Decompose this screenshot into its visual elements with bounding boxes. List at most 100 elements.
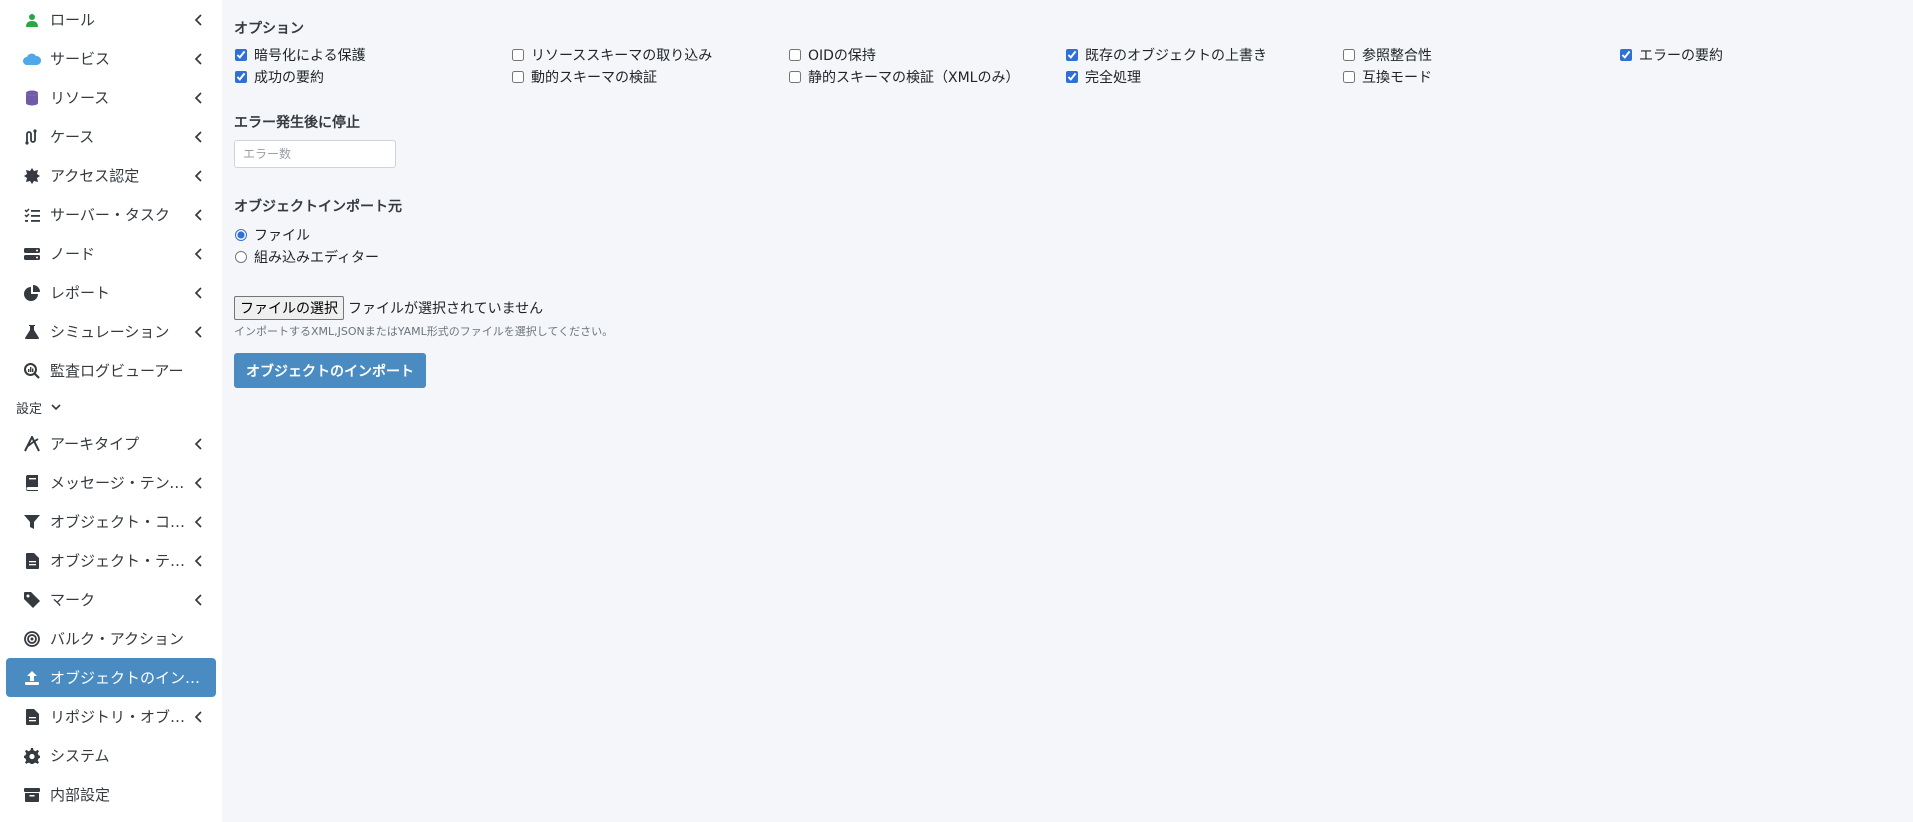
chevron-left-icon bbox=[192, 169, 206, 183]
sidebar-item[interactable]: ケース bbox=[6, 117, 216, 156]
chevron-left-icon bbox=[192, 325, 206, 339]
import-source-label: 組み込みエディター bbox=[254, 250, 380, 266]
main-content: オプション 暗号化による保護 リソーススキーマの取り込み OIDの保持 既存のオブジェ… bbox=[222, 0, 1913, 822]
chevron-left-icon bbox=[192, 286, 206, 300]
sidebar-item[interactable]: アクセス認定 bbox=[6, 156, 216, 195]
flask-icon bbox=[22, 322, 42, 342]
filter-icon bbox=[22, 512, 42, 532]
option-checkbox-row[interactable]: リソーススキーマの取り込み bbox=[511, 46, 788, 64]
settings-header[interactable]: 設定 bbox=[0, 390, 222, 424]
chevron-left-icon bbox=[192, 437, 206, 451]
option-checkbox[interactable] bbox=[512, 49, 524, 61]
import-source-title: オブジェクトインポート元 bbox=[234, 199, 402, 215]
option-checkbox-row[interactable]: 互換モード bbox=[1342, 68, 1619, 86]
sidebar-item-label: サーバー・タスク bbox=[50, 206, 170, 224]
option-checkbox-row[interactable]: エラーの要約 bbox=[1619, 46, 1896, 64]
chevron-left-icon bbox=[192, 13, 206, 27]
sidebar-item-label: ノード bbox=[50, 245, 96, 263]
sidebar-item[interactable]: メッセージ・テンプ… bbox=[6, 463, 216, 502]
sidebar-item-label: バルク・アクション bbox=[50, 630, 184, 648]
import-source-radio[interactable] bbox=[235, 229, 247, 241]
file-status: ファイルが選択されていません bbox=[348, 301, 544, 317]
gear-icon bbox=[22, 746, 42, 766]
option-checkbox[interactable] bbox=[1066, 49, 1078, 61]
sidebar-item[interactable]: オブジェクトのイン… bbox=[6, 658, 216, 697]
settings-nav: アーキタイプメッセージ・テンプ… オブジェクト・コ… オブジェクト・テ… マークバルク… bbox=[0, 424, 222, 814]
option-label: 静的スキーマの検証（XMLのみ） bbox=[808, 70, 1020, 86]
option-checkbox[interactable] bbox=[1343, 71, 1355, 83]
sidebar-item-label: メッセージ・テンプ… bbox=[50, 474, 188, 492]
sidebar-item[interactable]: オブジェクト・コ… bbox=[6, 502, 216, 541]
tasks-icon bbox=[22, 205, 42, 225]
sidebar-item[interactable]: サーバー・タスク bbox=[6, 195, 216, 234]
import-source-label: ファイル bbox=[254, 228, 310, 244]
sidebar-item-label: アクセス認定 bbox=[50, 167, 140, 185]
sidebar-item[interactable]: リポジトリ・オブ… bbox=[6, 697, 216, 736]
stop-after-errors-title: エラー発生後に停止 bbox=[234, 115, 360, 131]
option-checkbox[interactable] bbox=[789, 49, 801, 61]
sidebar-item-label: オブジェクトのイン… bbox=[50, 669, 201, 687]
import-source-option[interactable]: 組み込みエディター bbox=[234, 246, 1901, 268]
sidebar-item-label: 監査ログビューアー bbox=[50, 362, 184, 380]
option-checkbox-row[interactable]: 動的スキーマの検証 bbox=[511, 68, 788, 86]
sidebar-item[interactable]: ロール bbox=[6, 0, 216, 39]
option-label: 暗号化による保護 bbox=[254, 48, 366, 64]
choose-file-button[interactable]: ファイルの選択 bbox=[234, 296, 344, 320]
sidebar-item-label: 内部設定 bbox=[50, 786, 111, 804]
sidebar-item[interactable]: レポート bbox=[6, 273, 216, 312]
sidebar-item-label: リソース bbox=[50, 89, 110, 107]
pie-chart-icon bbox=[22, 283, 42, 303]
sidebar-item[interactable]: ノード bbox=[6, 234, 216, 273]
option-checkbox[interactable] bbox=[235, 71, 247, 83]
server-icon bbox=[22, 244, 42, 264]
sidebar-item-label: システム bbox=[50, 747, 110, 765]
upload-icon bbox=[22, 668, 42, 688]
import-source-radio[interactable] bbox=[235, 251, 247, 263]
option-checkbox-row[interactable]: 完全処理 bbox=[1065, 68, 1342, 86]
import-objects-button[interactable]: オブジェクトのインポート bbox=[234, 353, 426, 388]
option-checkbox[interactable] bbox=[1066, 71, 1078, 83]
option-checkbox[interactable] bbox=[512, 71, 524, 83]
chevron-left-icon bbox=[192, 476, 206, 490]
sidebar-item[interactable]: サービス bbox=[6, 39, 216, 78]
error-count-input[interactable] bbox=[234, 140, 396, 168]
sidebar-item[interactable]: システム bbox=[6, 736, 216, 775]
option-checkbox[interactable] bbox=[1620, 49, 1632, 61]
chevron-left-icon bbox=[192, 130, 206, 144]
option-checkbox[interactable] bbox=[1343, 49, 1355, 61]
chevron-left-icon bbox=[192, 710, 206, 724]
chevron-down-icon bbox=[50, 401, 62, 413]
certificate-icon bbox=[22, 166, 42, 186]
option-label: リソーススキーマの取り込み bbox=[531, 48, 713, 64]
option-checkbox-row[interactable]: 既存のオブジェクトの上書き bbox=[1065, 46, 1342, 64]
option-label: OIDの保持 bbox=[808, 48, 876, 64]
bullseye-icon bbox=[22, 629, 42, 649]
sidebar-item[interactable]: 監査ログビューアー bbox=[6, 351, 216, 390]
option-checkbox[interactable] bbox=[235, 49, 247, 61]
tag-icon bbox=[22, 590, 42, 610]
option-checkbox-row[interactable]: 静的スキーマの検証（XMLのみ） bbox=[788, 68, 1065, 86]
settings-header-label: 設定 bbox=[16, 401, 43, 417]
user-icon bbox=[22, 10, 42, 30]
sidebar-item[interactable]: リソース bbox=[6, 78, 216, 117]
option-label: 互換モード bbox=[1362, 70, 1432, 86]
option-checkbox-row[interactable]: 成功の要約 bbox=[234, 68, 511, 86]
sidebar-item[interactable]: 内部設定 bbox=[6, 775, 216, 814]
sidebar-item[interactable]: アーキタイプ bbox=[6, 424, 216, 463]
option-checkbox-row[interactable]: 暗号化による保護 bbox=[234, 46, 511, 64]
option-checkbox-row[interactable]: 参照整合性 bbox=[1342, 46, 1619, 64]
option-label: 完全処理 bbox=[1085, 70, 1141, 86]
archive-icon bbox=[22, 785, 42, 805]
import-source-options: ファイル組み込みエディター bbox=[234, 224, 1901, 268]
chevron-left-icon bbox=[192, 247, 206, 261]
sidebar-item[interactable]: シミュレーション bbox=[6, 312, 216, 351]
option-checkbox[interactable] bbox=[789, 71, 801, 83]
file-icon bbox=[22, 707, 42, 727]
file-icon bbox=[22, 551, 42, 571]
options-title: オプション bbox=[234, 21, 304, 37]
import-source-option[interactable]: ファイル bbox=[234, 224, 1901, 246]
sidebar-item[interactable]: マーク bbox=[6, 580, 216, 619]
sidebar-item[interactable]: オブジェクト・テ… bbox=[6, 541, 216, 580]
sidebar-item[interactable]: バルク・アクション bbox=[6, 619, 216, 658]
option-checkbox-row[interactable]: OIDの保持 bbox=[788, 46, 1065, 64]
